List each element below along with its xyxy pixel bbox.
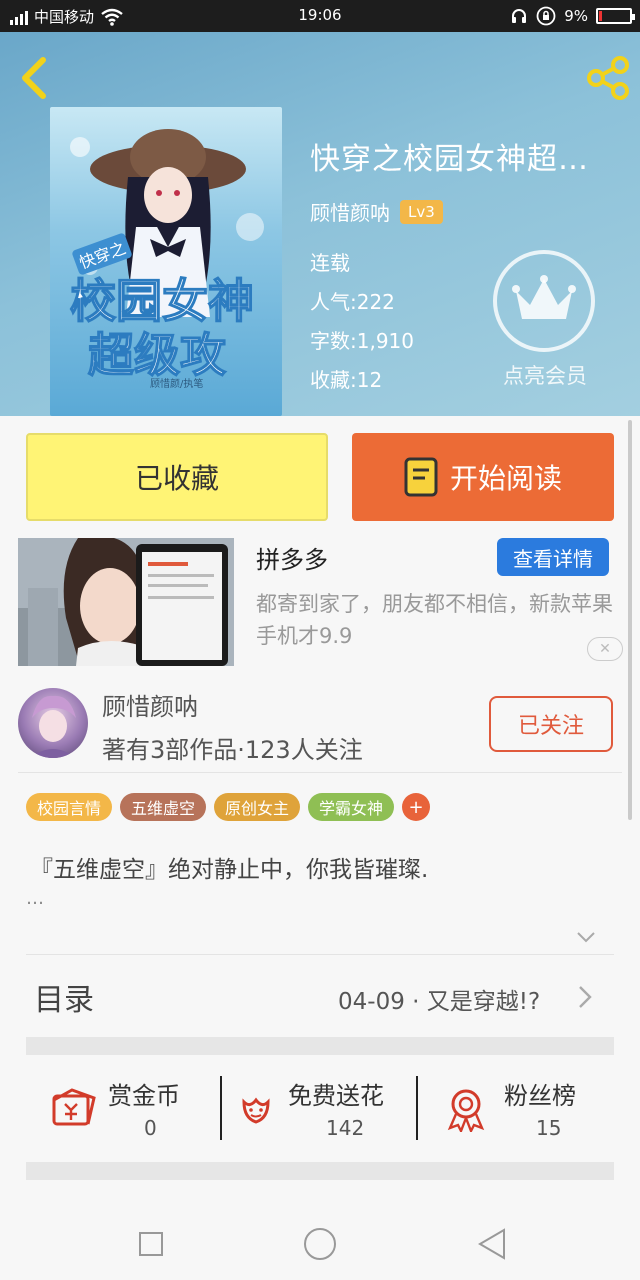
latest-chapter[interactable]: 04-09 · 又是穿越!?	[338, 982, 540, 1016]
book-cover[interactable]: 快穿之 校园女神 超级攻 顾惜颜/执笔	[50, 107, 282, 416]
start-reading-button[interactable]: 开始阅读	[352, 433, 614, 521]
level-badge: Lv3	[400, 199, 443, 224]
circle-icon	[304, 1228, 336, 1260]
interaction-stats: 赏金币 0 免费送花 142 粉丝榜 15	[26, 1072, 614, 1144]
battery-icon	[596, 8, 635, 24]
divider	[26, 954, 614, 955]
book-title: 快穿之校园女神超…	[310, 142, 589, 177]
flowers-value: 142	[326, 1116, 365, 1140]
cover-author: 顾惜颜/执笔	[150, 379, 204, 390]
section-separator	[26, 1162, 614, 1180]
reward-value: 0	[144, 1116, 157, 1140]
author-card-name[interactable]: 顾惜颜呐	[102, 687, 198, 722]
author-avatar[interactable]	[18, 688, 88, 758]
author-info: 顾惜颜呐 Lv3	[310, 197, 443, 226]
fans-value: 15	[536, 1116, 562, 1140]
collected-button[interactable]: 已收藏	[26, 433, 328, 521]
book-intro: 『五维虚空』绝对静止中，你我皆璀璨.	[30, 857, 429, 883]
medal-icon	[447, 1089, 485, 1132]
ad-photo	[18, 538, 234, 666]
collected-label: 已收藏	[134, 462, 219, 495]
reward-coins-button[interactable]: 赏金币 0	[26, 1072, 222, 1144]
author-name[interactable]: 顾惜颜呐	[310, 197, 390, 226]
home-button[interactable]	[300, 1224, 340, 1264]
recent-apps-button[interactable]	[131, 1224, 171, 1264]
word-count-stat: 字数:1,910	[310, 329, 414, 353]
book-header: 快穿之 校园女神 超级攻 顾惜颜/执笔 快穿之校园女神超… 顾惜颜呐 Lv3 连…	[0, 32, 640, 416]
status-bar: 中国移动 19:06 9%	[0, 0, 640, 32]
serial-status: 连载	[310, 251, 350, 275]
system-nav-bar	[0, 1208, 640, 1280]
section-separator	[26, 1037, 614, 1055]
intro-ellipsis: …	[26, 888, 44, 909]
triangle-back-icon	[478, 1228, 505, 1260]
reward-label: 赏金币	[108, 1082, 180, 1110]
toc-arrow[interactable]	[578, 985, 592, 1013]
send-flowers-button[interactable]: 免费送花 142	[222, 1072, 418, 1144]
add-tag-button[interactable]: +	[402, 793, 431, 821]
vip-label: 点亮会员	[503, 364, 587, 388]
chevron-down-icon	[577, 932, 595, 943]
red-envelope-icon	[52, 1088, 96, 1126]
tag-item[interactable]: 原创女主	[214, 793, 301, 821]
vip-button[interactable]	[493, 250, 595, 352]
divider	[18, 772, 622, 773]
fan-ranking-button[interactable]: 粉丝榜 15	[418, 1072, 614, 1144]
crown-icon	[512, 275, 576, 319]
expand-button[interactable]	[576, 928, 596, 947]
scrollbar[interactable]	[628, 420, 632, 820]
view-details-button[interactable]: 查看详情	[497, 538, 609, 576]
rotation-lock-icon	[536, 6, 556, 26]
headphone-icon	[512, 9, 527, 23]
ad-description: 都寄到家了，朋友都不相信，新款苹果手机才9.9	[256, 592, 613, 648]
tag-item[interactable]: 学霸女神	[308, 793, 395, 821]
avatar-image	[30, 695, 76, 758]
popularity-stat: 人气:222	[310, 290, 395, 314]
favorites-stat: 收藏:12	[310, 368, 383, 392]
tag-item[interactable]: 校园言情	[26, 793, 113, 821]
share-icon	[587, 56, 629, 100]
tag-item[interactable]: 五维虚空	[120, 793, 207, 821]
share-button[interactable]	[584, 54, 632, 102]
flower-icon	[242, 1097, 270, 1124]
book-icon	[404, 457, 438, 497]
ad-title: 拼多多	[256, 546, 328, 574]
flowers-label: 免费送花	[288, 1082, 384, 1110]
ad-close-button[interactable]: ✕	[587, 637, 623, 661]
author-card-meta: 著有3部作品·123人关注	[102, 736, 363, 764]
ad-image[interactable]	[18, 538, 234, 666]
follow-button[interactable]: 已关注	[489, 696, 613, 752]
battery-percent: 9%	[564, 7, 588, 25]
chevron-left-icon	[22, 57, 46, 99]
tag-list: 校园言情 五维虚空 原创女主 学霸女神 +	[26, 793, 431, 821]
back-button[interactable]	[10, 54, 58, 102]
toc-label[interactable]: 目录	[34, 975, 94, 1019]
square-icon	[139, 1232, 163, 1256]
back-nav-button[interactable]	[472, 1224, 512, 1264]
start-reading-label: 开始阅读	[449, 462, 562, 495]
fans-label: 粉丝榜	[504, 1082, 576, 1110]
chevron-right-icon	[579, 986, 592, 1008]
